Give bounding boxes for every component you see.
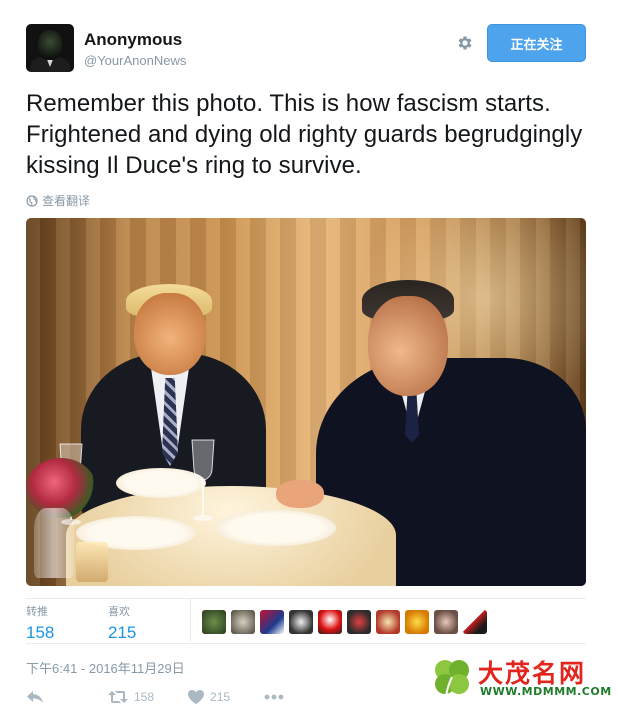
following-button[interactable]: 正在关注 bbox=[487, 24, 586, 62]
liker-avatar[interactable] bbox=[318, 610, 342, 634]
tweet-timestamp[interactable]: 下午6:41 - 2016年11月29日 bbox=[26, 658, 185, 677]
translate-label: 查看翻译 bbox=[42, 194, 91, 208]
retweet-button[interactable]: 158 bbox=[108, 690, 154, 704]
likes-label: 喜欢 bbox=[108, 606, 130, 618]
more-icon bbox=[264, 694, 284, 700]
heart-icon bbox=[188, 690, 205, 704]
liker-avatar[interactable] bbox=[434, 610, 458, 634]
retweets-label: 转推 bbox=[26, 606, 48, 618]
retweets-count: 158 bbox=[26, 623, 55, 642]
gear-icon[interactable] bbox=[456, 34, 474, 52]
translate-link[interactable]: 查看翻译 bbox=[26, 192, 90, 209]
retweet-stat[interactable]: 转推 158 bbox=[26, 603, 54, 643]
more-button[interactable] bbox=[264, 694, 284, 700]
liker-avatar[interactable] bbox=[463, 610, 487, 634]
author-avatar[interactable] bbox=[26, 24, 74, 72]
like-action-count: 215 bbox=[210, 690, 231, 704]
liker-avatar[interactable] bbox=[347, 610, 371, 634]
like-stat[interactable]: 喜欢 215 bbox=[108, 603, 136, 643]
like-button[interactable]: 215 bbox=[188, 690, 230, 704]
liker-avatar[interactable] bbox=[405, 610, 429, 634]
liker-avatar[interactable] bbox=[231, 610, 255, 634]
author-handle[interactable]: @YourAnonNews bbox=[84, 53, 186, 68]
liker-avatar[interactable] bbox=[202, 610, 226, 634]
likes-count: 215 bbox=[108, 623, 137, 642]
retweet-action-count: 158 bbox=[134, 690, 155, 704]
liker-avatars bbox=[202, 610, 487, 634]
tweet-photo[interactable] bbox=[26, 218, 586, 586]
liker-avatar[interactable] bbox=[376, 610, 400, 634]
tweet-actions: 158 215 bbox=[26, 690, 318, 704]
globe-icon bbox=[26, 194, 38, 207]
liker-avatar[interactable] bbox=[289, 610, 313, 634]
retweet-icon bbox=[108, 691, 128, 703]
clover-logo-icon bbox=[435, 660, 469, 698]
reply-button[interactable] bbox=[26, 690, 44, 704]
tweet-text: Remember this photo. This is how fascism… bbox=[26, 90, 583, 179]
liker-avatar[interactable] bbox=[260, 610, 284, 634]
stats-separator bbox=[190, 598, 191, 642]
watermark-url: WWW.MDMMM.COM bbox=[480, 685, 612, 698]
stats-top-divider bbox=[26, 598, 586, 599]
stats-bottom-divider bbox=[26, 643, 586, 644]
site-watermark: 大茂名网 WWW.MDMMM.COM bbox=[430, 656, 612, 700]
reply-icon bbox=[27, 691, 43, 703]
author-name[interactable]: Anonymous bbox=[84, 30, 182, 50]
